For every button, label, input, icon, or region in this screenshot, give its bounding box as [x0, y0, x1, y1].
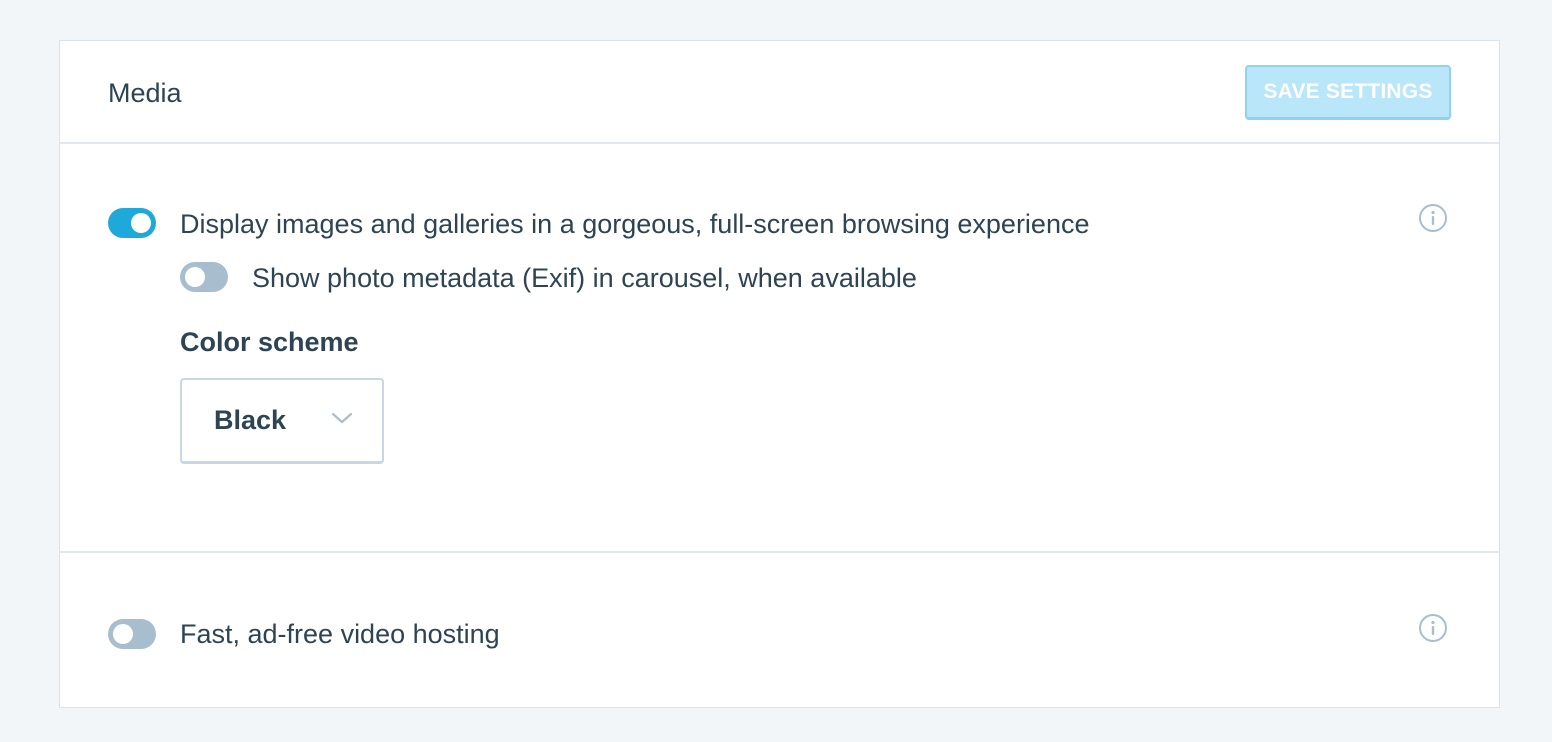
carousel-settings-section: Display images and galleries in a gorgeo…: [60, 144, 1499, 553]
exif-label: Show photo metadata (Exif) in carousel, …: [252, 263, 917, 293]
exif-toggle[interactable]: [180, 262, 228, 292]
section-title: Media: [108, 78, 182, 108]
toggle-knob: [185, 267, 205, 287]
toggle-knob: [113, 624, 133, 644]
info-icon[interactable]: [1418, 613, 1448, 643]
info-icon[interactable]: [1418, 203, 1448, 233]
color-scheme-value: Black: [214, 405, 287, 435]
media-settings-card: Media SAVE SETTINGS Display images and g…: [59, 40, 1500, 708]
chevron-down-icon: [331, 412, 353, 424]
color-scheme-label: Color scheme: [180, 327, 359, 357]
video-settings-section: Fast, ad-free video hosting: [60, 553, 1499, 707]
toggle-knob: [131, 213, 151, 233]
color-scheme-select[interactable]: Black: [180, 378, 384, 464]
save-settings-button[interactable]: SAVE SETTINGS: [1245, 65, 1451, 120]
video-hosting-label: Fast, ad-free video hosting: [180, 619, 500, 649]
carousel-toggle[interactable]: [108, 208, 156, 238]
card-header: Media SAVE SETTINGS: [60, 41, 1499, 144]
video-hosting-toggle[interactable]: [108, 619, 156, 649]
carousel-label: Display images and galleries in a gorgeo…: [180, 209, 1090, 239]
